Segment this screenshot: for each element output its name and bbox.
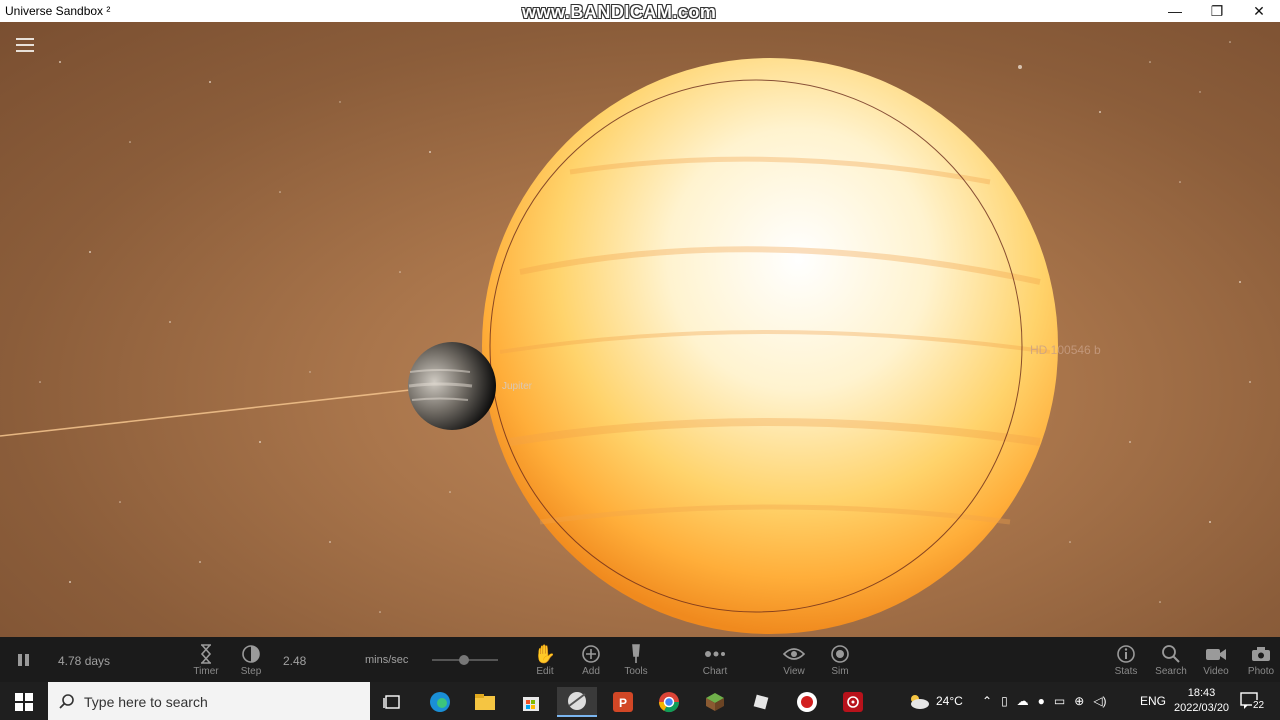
jupiter-label[interactable]: Jupiter [502,381,532,392]
microphone-icon[interactable]: ● [1038,694,1045,708]
task-view-icon[interactable] [372,687,412,717]
speed-slider-thumb[interactable] [459,655,469,665]
speed-unit: mins/sec [365,654,409,666]
clock-time: 18:43 [1187,687,1216,699]
svg-text:P: P [619,696,627,710]
chevron-up-icon[interactable]: ⌃ [982,694,992,708]
edit-label: Edit [536,666,554,677]
close-button[interactable]: ✕ [1236,0,1280,22]
notification-count: 22 [1252,700,1266,711]
tools-icon [630,643,642,665]
photo-label: Photo [1247,666,1275,677]
recording-watermark: www.BANDICAM.com [522,2,717,22]
starfield [0,41,1251,634]
timer-label: Timer [193,666,219,677]
video-camera-icon [1205,643,1227,665]
step-label: Step [240,666,262,677]
universe-sandbox-taskbar-icon[interactable] [557,687,597,717]
clock-date: 2022/03/20 [1174,702,1230,714]
add-button[interactable]: Add [569,643,613,677]
window-title: Universe Sandbox ² [5,4,111,18]
store-icon[interactable] [511,687,551,717]
chart-button[interactable]: Chart [693,643,737,677]
star-label[interactable]: HD 100546 b [1030,343,1101,357]
info-icon [1116,643,1136,665]
device-icon[interactable]: ▯ [1001,694,1008,708]
file-explorer-icon[interactable] [465,687,505,717]
bandicam-record-icon[interactable] [787,687,827,717]
video-label: Video [1203,666,1229,677]
step-button[interactable]: Step [229,643,273,677]
speed-value: 2.48 [283,654,307,668]
windows-taskbar: Type here to search P 24°C ⌃ ▯ ☁ ● ▭ ⊕ ◁… [0,682,1280,720]
windows-logo-icon [15,693,33,711]
pause-icon [17,649,31,671]
stats-button[interactable]: Stats [1104,643,1148,677]
sim-button[interactable]: Sim [818,643,862,677]
edge-browser-icon[interactable] [420,687,460,717]
minimize-button[interactable]: — [1152,0,1198,22]
notification-center[interactable]: 22 [1240,682,1266,720]
pause-button[interactable] [2,649,46,671]
weather-temperature: 24°C [936,694,963,708]
minecraft-icon[interactable] [695,687,735,717]
biohazard-app-icon[interactable] [833,687,873,717]
hand-icon: ✋ [533,643,557,664]
camera-icon [1251,643,1271,665]
stats-label: Stats [1114,666,1138,677]
maximize-button[interactable]: ❐ [1194,0,1240,22]
taskbar-search-placeholder: Type here to search [84,694,208,710]
add-circle-icon [581,643,601,665]
sim-label: Sim [831,666,849,677]
battery-icon[interactable]: ▭ [1054,694,1065,708]
view-label: View [783,666,805,677]
view-button[interactable]: View [772,643,816,677]
weather-widget[interactable]: 24°C [908,682,963,720]
timer-button[interactable]: Timer [184,643,228,677]
cloud-sun-icon [911,695,929,709]
onedrive-cloud-icon[interactable]: ☁ [1017,694,1029,708]
simulation-viewport[interactable]: Jupiter HD 100546 b [0,22,1280,637]
hamburger-menu-icon[interactable] [16,38,34,52]
search-icon [1161,643,1181,665]
photo-button[interactable]: Photo [1239,643,1280,677]
add-label: Add [582,666,600,677]
step-icon [241,643,261,665]
clock[interactable]: 18:43 2022/03/20 [1174,682,1229,720]
tools-button[interactable]: Tools [614,643,658,677]
star-body[interactable] [482,58,1058,634]
roblox-icon[interactable] [741,687,781,717]
tools-label: Tools [624,666,648,677]
language-indicator[interactable]: ENG [1140,682,1166,720]
powerpoint-icon[interactable]: P [603,687,643,717]
edit-button[interactable]: ✋ Edit [523,643,567,678]
elapsed-time: 4.78 days [58,654,111,668]
taskbar-search-box[interactable]: Type here to search [48,682,370,720]
eye-icon [783,643,805,665]
start-button[interactable] [4,687,44,717]
search-button[interactable]: Search [1149,643,1193,677]
hourglass-icon [199,643,213,665]
simulation-toolbar: 4.78 days Timer Step 2.48 mins/sec ✋ Edi… [0,637,1280,682]
volume-icon[interactable]: ◁) [1093,694,1106,708]
chrome-icon[interactable] [649,687,689,717]
sim-target-icon [830,643,850,665]
chart-dots-icon [704,643,726,665]
search-icon [59,694,74,709]
chart-label: Chart [702,666,728,677]
system-tray-icons: ⌃ ▯ ☁ ● ▭ ⊕ ◁) [982,682,1107,720]
network-globe-icon[interactable]: ⊕ [1074,694,1084,708]
video-button[interactable]: Video [1194,643,1238,677]
search-label: Search [1155,666,1187,677]
window-titlebar: Universe Sandbox ² www.BANDICAM.com — ❐ … [0,0,1280,22]
